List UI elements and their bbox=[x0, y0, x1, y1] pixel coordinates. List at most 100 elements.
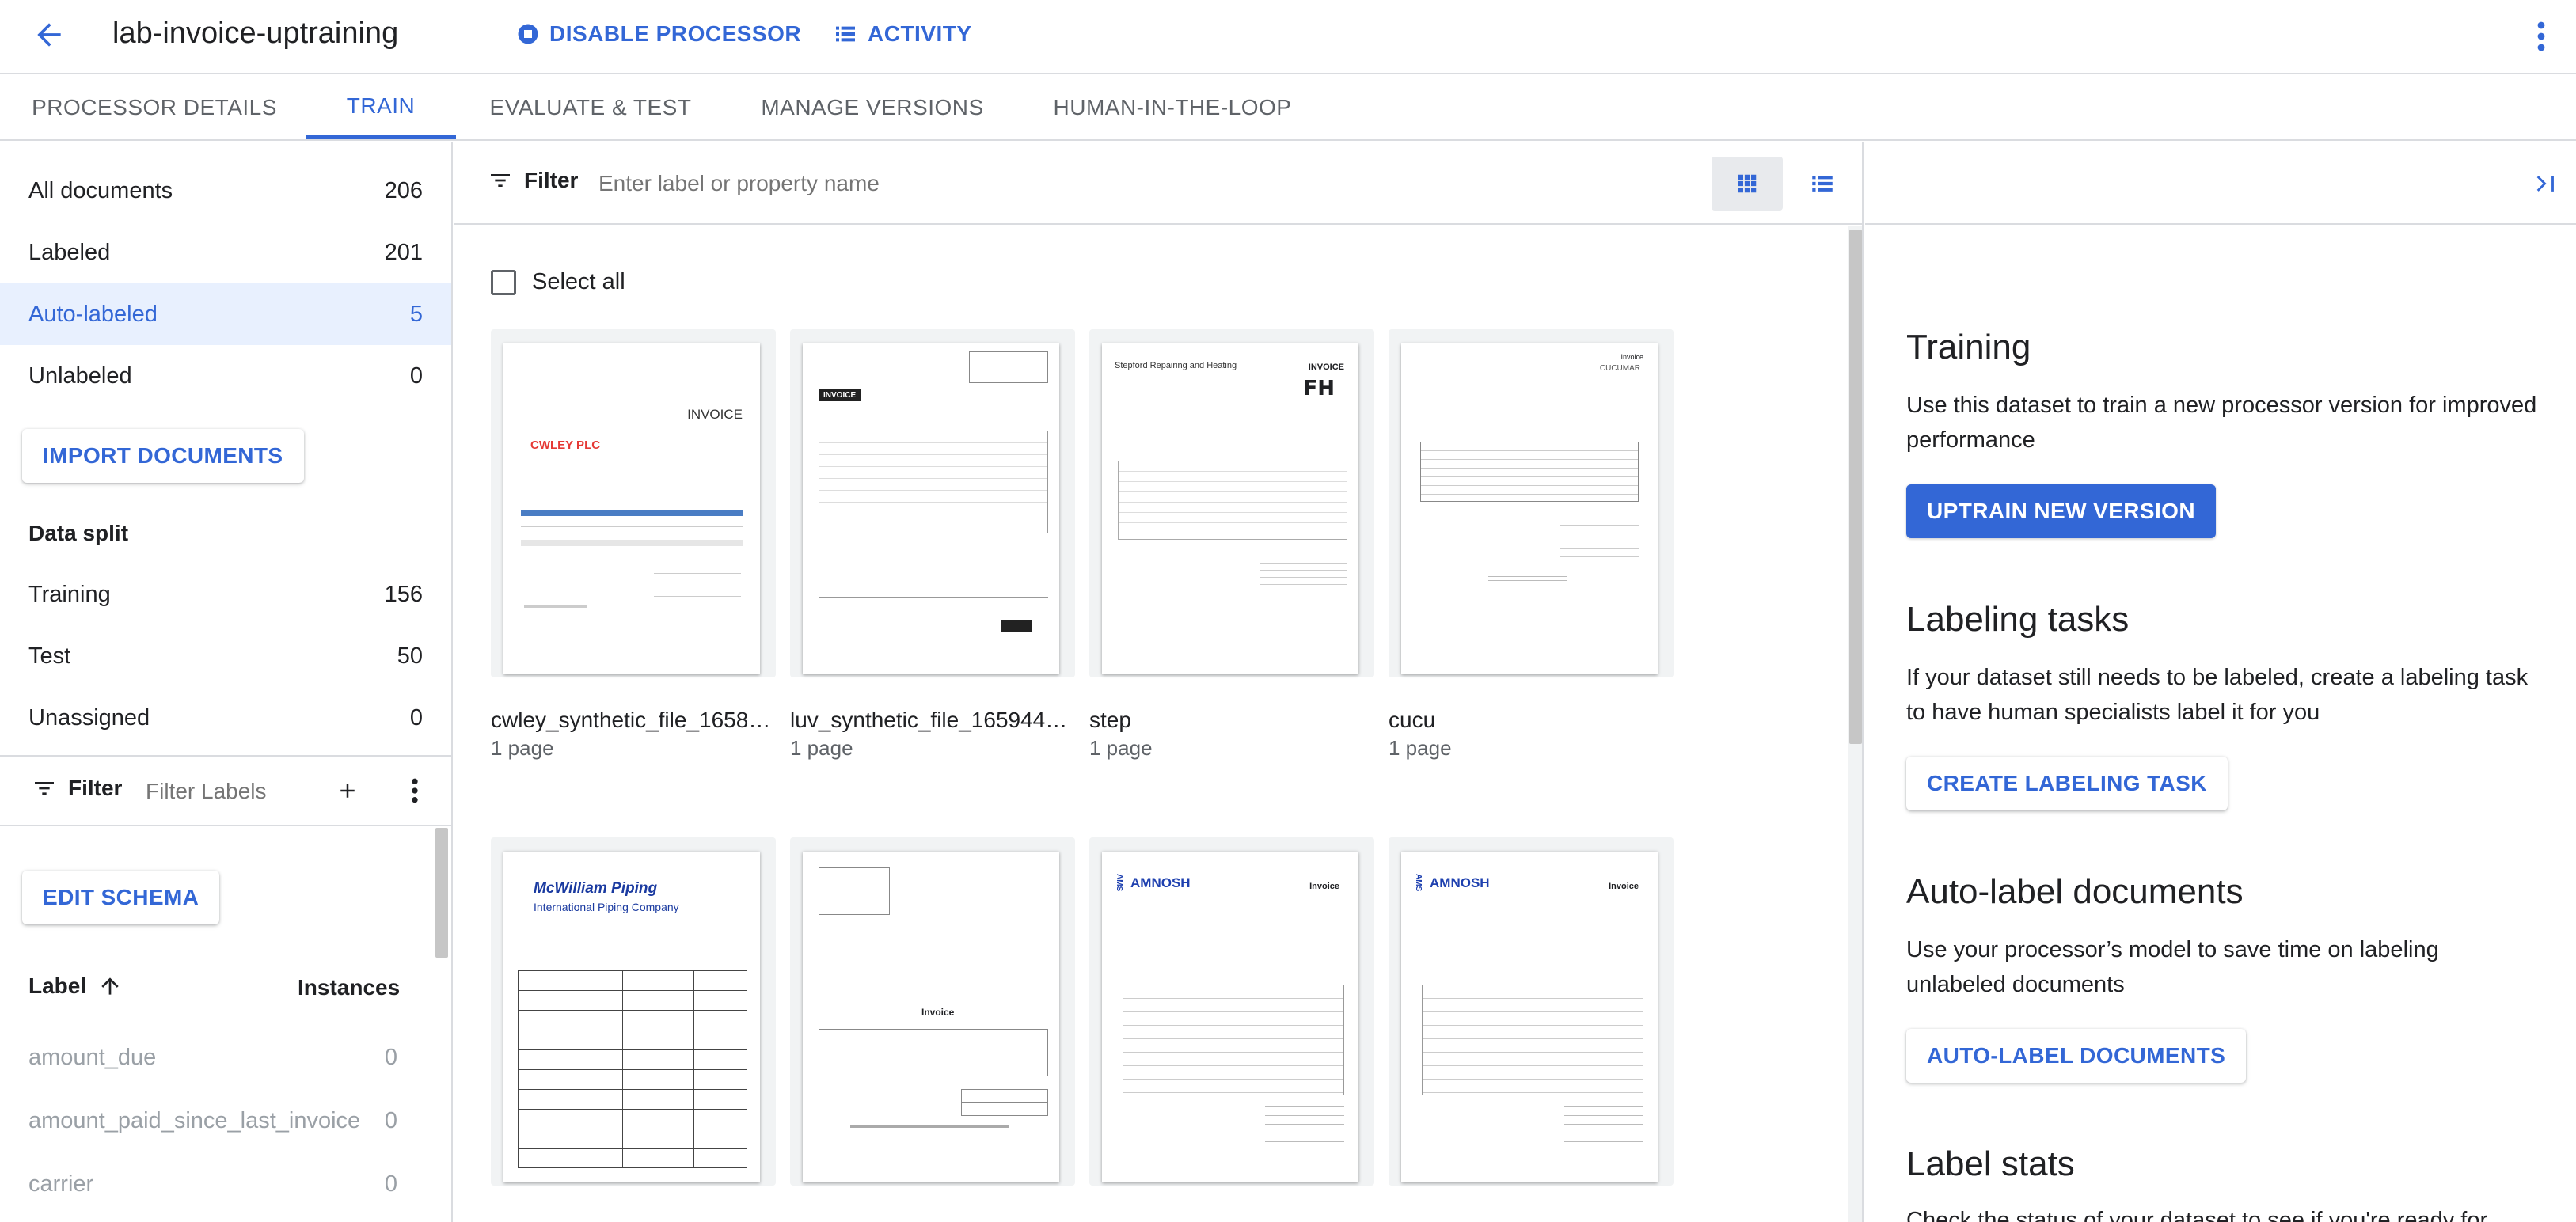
document-name: cucu bbox=[1389, 708, 1436, 732]
split-training: Training 156 bbox=[0, 564, 451, 625]
label-filter-input[interactable] bbox=[146, 776, 336, 807]
disable-processor-label: DISABLE PROCESSOR bbox=[549, 21, 802, 46]
document-thumbnail: INVOICE CWLEY PLC bbox=[503, 343, 760, 674]
document-page-count: 1 page bbox=[790, 736, 853, 760]
label-name: amount_paid_since_last_invoice bbox=[28, 1107, 361, 1133]
filter-item-count: 0 bbox=[409, 362, 423, 389]
filter-icon bbox=[35, 782, 54, 795]
filter-item-count: 201 bbox=[384, 239, 423, 265]
filter-item-label: Auto-labeled bbox=[28, 301, 158, 327]
label-list-scrollbar[interactable] bbox=[435, 828, 448, 958]
label-more-vert-icon[interactable] bbox=[399, 772, 431, 809]
document-thumbnail: Invoice CUCUMAR bbox=[1401, 343, 1658, 674]
labeling-tasks-description: If your dataset still needs to be labele… bbox=[1906, 665, 2529, 725]
create-labeling-task-button[interactable]: CREATE LABELING TASK bbox=[1906, 757, 2228, 810]
panel-header bbox=[1865, 142, 2576, 225]
tab-train[interactable]: TRAIN bbox=[306, 76, 456, 139]
back-arrow-icon[interactable] bbox=[27, 13, 71, 57]
more-vert-icon[interactable] bbox=[2522, 16, 2560, 57]
document-page-count: 1 page bbox=[1089, 736, 1153, 760]
label-header-text: Label bbox=[28, 973, 87, 998]
thumb-heading: Invoice bbox=[1620, 353, 1643, 361]
document-filter-bar: Filter bbox=[454, 142, 1862, 225]
filter-all-documents[interactable]: All documents 206 bbox=[0, 160, 451, 222]
document-name: step bbox=[1089, 708, 1131, 732]
document-list-scrollbar[interactable] bbox=[1849, 230, 1862, 744]
label-row[interactable]: carrier 0 bbox=[28, 1160, 397, 1208]
label-filter-button[interactable]: Filter bbox=[32, 776, 122, 801]
auto-label-heading: Auto-label documents bbox=[1906, 872, 2244, 911]
split-label: Test bbox=[28, 643, 71, 669]
tab-processor-details[interactable]: PROCESSOR DETAILS bbox=[24, 76, 285, 139]
thumb-logo: AMNOSH bbox=[1130, 875, 1191, 890]
add-label-icon[interactable] bbox=[329, 772, 366, 809]
document-thumbnail-frame: Invoice CUCUMAR bbox=[1389, 329, 1674, 677]
document-list-panel: Filter Select all INVOICE CWLEY PLC bbox=[454, 142, 1864, 1222]
document-thumbnail-frame: INVOICE CWLEY PLC bbox=[491, 329, 776, 677]
activity-label: ACTIVITY bbox=[868, 21, 972, 46]
tab-manage-versions[interactable]: MANAGE VERSIONS bbox=[754, 76, 991, 139]
auto-label-documents-button[interactable]: AUTO-LABEL DOCUMENTS bbox=[1906, 1029, 2247, 1083]
split-label: Training bbox=[28, 581, 111, 607]
uptrain-new-version-button[interactable]: UPTRAIN NEW VERSION bbox=[1906, 484, 2216, 538]
split-test: Test 50 bbox=[0, 625, 451, 687]
document-filter-button[interactable]: Filter bbox=[488, 168, 578, 193]
document-thumbnail-frame: AMS AMNOSH Invoice bbox=[1089, 837, 1374, 1186]
training-description: Use this dataset to train a new processo… bbox=[1906, 393, 2537, 453]
document-thumbnail: McWilliam Piping International Piping Co… bbox=[503, 852, 760, 1182]
document-thumbnail: Invoice bbox=[803, 852, 1059, 1182]
document-name: luv_synthetic_file_16594466... bbox=[790, 708, 1075, 732]
auto-label-description: Use your processor’s model to save time … bbox=[1906, 937, 2439, 997]
document-thumbnail: AMS AMNOSH Invoice bbox=[1401, 852, 1658, 1182]
label-name: carrier bbox=[28, 1171, 94, 1197]
split-count: 0 bbox=[409, 704, 423, 731]
document-thumbnail-frame: McWilliam Piping International Piping Co… bbox=[491, 837, 776, 1186]
grid-view-icon[interactable] bbox=[1712, 157, 1783, 211]
tab-evaluate-test[interactable]: EVALUATE & TEST bbox=[486, 76, 695, 139]
select-all-checkbox[interactable]: Select all bbox=[491, 269, 625, 295]
instances-column-header: Instances bbox=[298, 975, 401, 1000]
document-thumbnail-frame: Invoice bbox=[790, 837, 1075, 1186]
label-stats-description: Check the status of your dataset to see … bbox=[1906, 1208, 2488, 1222]
thumb-heading: Invoice bbox=[1609, 882, 1639, 891]
checkbox-box bbox=[491, 269, 516, 295]
select-all-label: Select all bbox=[532, 269, 625, 294]
filter-auto-labeled[interactable]: Auto-labeled 5 bbox=[0, 283, 451, 345]
divider bbox=[0, 825, 451, 826]
data-split-heading: Data split bbox=[28, 521, 129, 545]
activity-button[interactable]: ACTIVITY bbox=[833, 17, 972, 51]
thumb-logo: CUCUMAR bbox=[1599, 364, 1640, 373]
filter-labeled[interactable]: Labeled 201 bbox=[0, 222, 451, 283]
filter-item-count: 206 bbox=[384, 177, 423, 203]
filter-unlabeled[interactable]: Unlabeled 0 bbox=[0, 345, 451, 407]
document-page-count: 1 page bbox=[1389, 736, 1452, 760]
edit-schema-button[interactable]: EDIT SCHEMA bbox=[22, 871, 220, 924]
list-view-icon[interactable] bbox=[1791, 157, 1854, 211]
filter-item-label: Unlabeled bbox=[28, 362, 132, 389]
document-thumbnail: Stepford Repairing and Heating INVOICE F… bbox=[1102, 343, 1358, 674]
thumb-heading: INVOICE bbox=[687, 407, 743, 422]
document-thumbnail-frame: Stepford Repairing and Heating INVOICE F… bbox=[1089, 329, 1374, 677]
page-title: lab-invoice-uptraining bbox=[112, 17, 399, 50]
import-documents-button[interactable]: IMPORT DOCUMENTS bbox=[22, 429, 304, 483]
filter-icon bbox=[491, 174, 510, 187]
filter-item-label: All documents bbox=[28, 177, 173, 203]
tab-human-in-the-loop[interactable]: HUMAN-IN-THE-LOOP bbox=[1040, 76, 1305, 139]
document-filter-input[interactable] bbox=[598, 166, 1548, 201]
disable-processor-button[interactable]: DISABLE PROCESSOR bbox=[516, 17, 801, 51]
document-thumbnail-frame: INVOICE bbox=[790, 329, 1075, 677]
thumb-heading: INVOICE bbox=[1308, 362, 1344, 372]
arrow-upward-icon bbox=[101, 977, 119, 995]
label-stats-heading: Label stats bbox=[1906, 1144, 2075, 1183]
split-label: Unassigned bbox=[28, 704, 150, 731]
label-column-header[interactable]: Label bbox=[28, 973, 123, 999]
document-page-count: 1 page bbox=[491, 736, 554, 760]
right-info-panel: Training Use this dataset to train a new… bbox=[1865, 142, 2576, 1222]
thumb-heading: Invoice bbox=[921, 1007, 955, 1018]
top-bar: lab-invoice-uptraining DISABLE PROCESSOR… bbox=[0, 0, 2576, 74]
label-row[interactable]: amount_due 0 bbox=[28, 1034, 397, 1081]
label-row[interactable]: amount_paid_since_last_invoice 0 bbox=[28, 1097, 397, 1144]
list-icon bbox=[836, 26, 855, 42]
collapse-panel-icon[interactable] bbox=[2529, 166, 2563, 201]
thumb-heading: Invoice bbox=[1309, 882, 1339, 891]
